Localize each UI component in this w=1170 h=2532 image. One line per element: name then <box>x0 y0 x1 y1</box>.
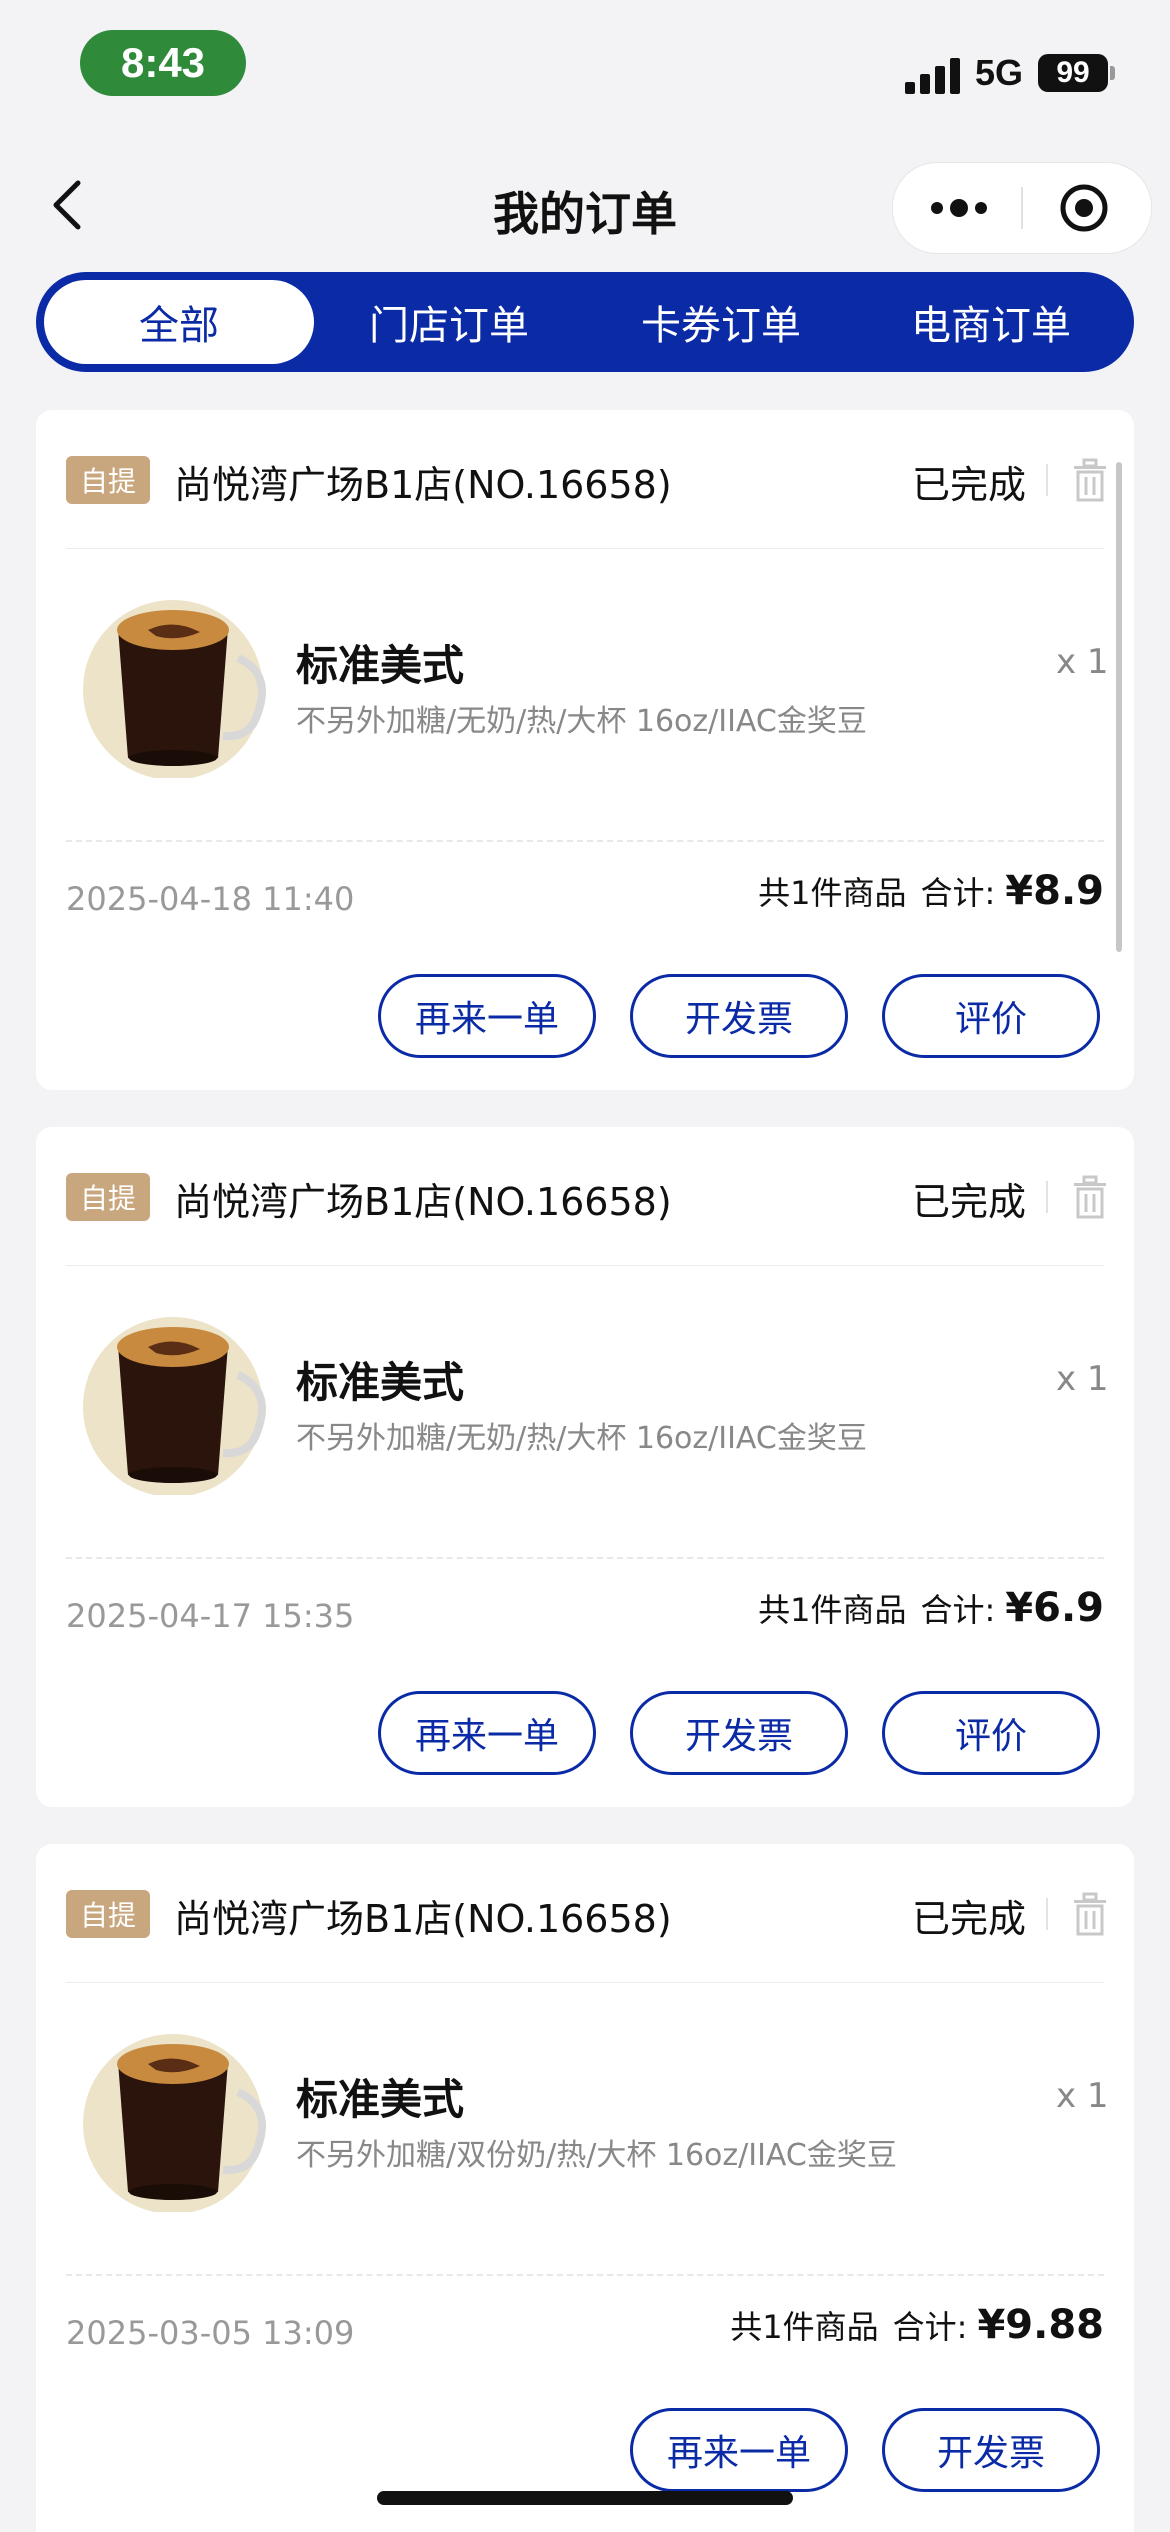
total-label: 合计: <box>892 2308 968 2346</box>
product-spec: 不另外加糖/无奶/热/大杯 16oz/IIAC金奖豆 <box>296 704 867 739</box>
product-spec: 不另外加糖/双份奶/热/大杯 16oz/IIAC金奖豆 <box>296 2138 897 2173</box>
order-date: 2025-03-05 13:09 <box>66 2314 355 2352</box>
product-quantity: x 1 <box>1056 642 1109 682</box>
pickup-badge: 自提 <box>66 1173 150 1221</box>
dashed-separator <box>66 1557 1104 1559</box>
review-button[interactable]: 评价 <box>882 1691 1100 1775</box>
product-spec: 不另外加糖/无奶/热/大杯 16oz/IIAC金奖豆 <box>296 1421 867 1456</box>
item-count: 共1件商品 <box>758 874 907 912</box>
invoice-button[interactable]: 开发票 <box>630 974 848 1058</box>
order-price: ¥9.88 <box>977 2302 1104 2348</box>
order-summary: 共1件商品 合计: ¥6.9 <box>758 1585 1104 1631</box>
dashed-separator <box>66 2274 1104 2276</box>
divider <box>1046 1898 1048 1930</box>
order-price: ¥6.9 <box>1005 1585 1104 1631</box>
tab-ecommerce-orders[interactable]: 电商订单 <box>856 280 1126 364</box>
product-name: 标准美式 <box>296 1358 465 1407</box>
order-status: 已完成 <box>912 463 1027 507</box>
tab-store-orders[interactable]: 门店订单 <box>314 280 584 364</box>
order-summary: 共1件商品 合计: ¥8.9 <box>758 868 1104 914</box>
scrollbar[interactable] <box>1116 462 1122 952</box>
total-label: 合计: <box>920 874 996 912</box>
invoice-button[interactable]: 开发票 <box>630 1691 848 1775</box>
trash-icon[interactable] <box>1072 1175 1108 1219</box>
status-bar: 8:43 5G 99 <box>0 0 1170 130</box>
target-icon[interactable] <box>1059 183 1109 233</box>
trash-icon[interactable] <box>1072 458 1108 502</box>
coffee-cup-icon <box>78 2022 268 2214</box>
coffee-cup-icon <box>78 1305 268 1497</box>
more-dots-icon[interactable] <box>927 191 991 225</box>
divider <box>1046 1181 1048 1213</box>
reorder-button[interactable]: 再来一单 <box>378 1691 596 1775</box>
battery-tip <box>1110 66 1115 80</box>
order-card[interactable]: 自提 尚悦湾广场B1店(NO.16658) 已完成 标准美式 不另外加糖/无奶/… <box>36 1127 1134 1807</box>
separator <box>66 1265 1104 1266</box>
network-label: 5G <box>975 52 1024 93</box>
tab-all[interactable]: 全部 <box>44 280 314 364</box>
item-count: 共1件商品 <box>758 1591 907 1629</box>
order-date: 2025-04-17 15:35 <box>66 1597 355 1635</box>
product-quantity: x 1 <box>1056 2076 1109 2116</box>
invoice-button[interactable]: 开发票 <box>882 2408 1100 2492</box>
separator <box>66 548 1104 549</box>
order-date: 2025-04-18 11:40 <box>66 880 355 918</box>
trash-icon[interactable] <box>1072 1892 1108 1936</box>
pickup-badge: 自提 <box>66 456 150 504</box>
review-button[interactable]: 评价 <box>882 974 1100 1058</box>
coffee-cup-icon <box>78 588 268 780</box>
order-status: 已完成 <box>912 1180 1027 1224</box>
nav-bar: 我的订单 <box>0 150 1170 260</box>
signal-icon <box>905 56 965 94</box>
order-tabs: 全部 门店订单 卡券订单 电商订单 <box>36 272 1134 372</box>
tab-coupon-orders[interactable]: 卡券订单 <box>586 280 856 364</box>
reorder-button[interactable]: 再来一单 <box>378 974 596 1058</box>
divider <box>1046 464 1048 496</box>
separator <box>66 1982 1104 1983</box>
pickup-badge: 自提 <box>66 1890 150 1938</box>
item-count: 共1件商品 <box>730 2308 879 2346</box>
total-label: 合计: <box>920 1591 996 1629</box>
order-card[interactable]: 自提 尚悦湾广场B1店(NO.16658) 已完成 标准美式 不另外加糖/双份奶… <box>36 1844 1134 2532</box>
home-indicator <box>377 2491 793 2505</box>
mini-program-capsule <box>892 162 1152 254</box>
battery-icon: 99 <box>1038 54 1108 92</box>
store-name: 尚悦湾广场B1店(NO.16658) <box>174 1180 672 1224</box>
reorder-button[interactable]: 再来一单 <box>630 2408 848 2492</box>
store-name: 尚悦湾广场B1店(NO.16658) <box>174 1897 672 1941</box>
store-name: 尚悦湾广场B1店(NO.16658) <box>174 463 672 507</box>
product-name: 标准美式 <box>296 2075 465 2124</box>
dashed-separator <box>66 840 1104 842</box>
order-card[interactable]: 自提 尚悦湾广场B1店(NO.16658) 已完成 标准美式 不另外加糖/无奶/… <box>36 410 1134 1090</box>
order-price: ¥8.9 <box>1005 868 1104 914</box>
status-time: 8:43 <box>80 30 246 96</box>
order-summary: 共1件商品 合计: ¥9.88 <box>730 2302 1104 2348</box>
order-status: 已完成 <box>912 1897 1027 1941</box>
product-quantity: x 1 <box>1056 1359 1109 1399</box>
product-name: 标准美式 <box>296 641 465 690</box>
capsule-divider <box>1021 187 1023 229</box>
